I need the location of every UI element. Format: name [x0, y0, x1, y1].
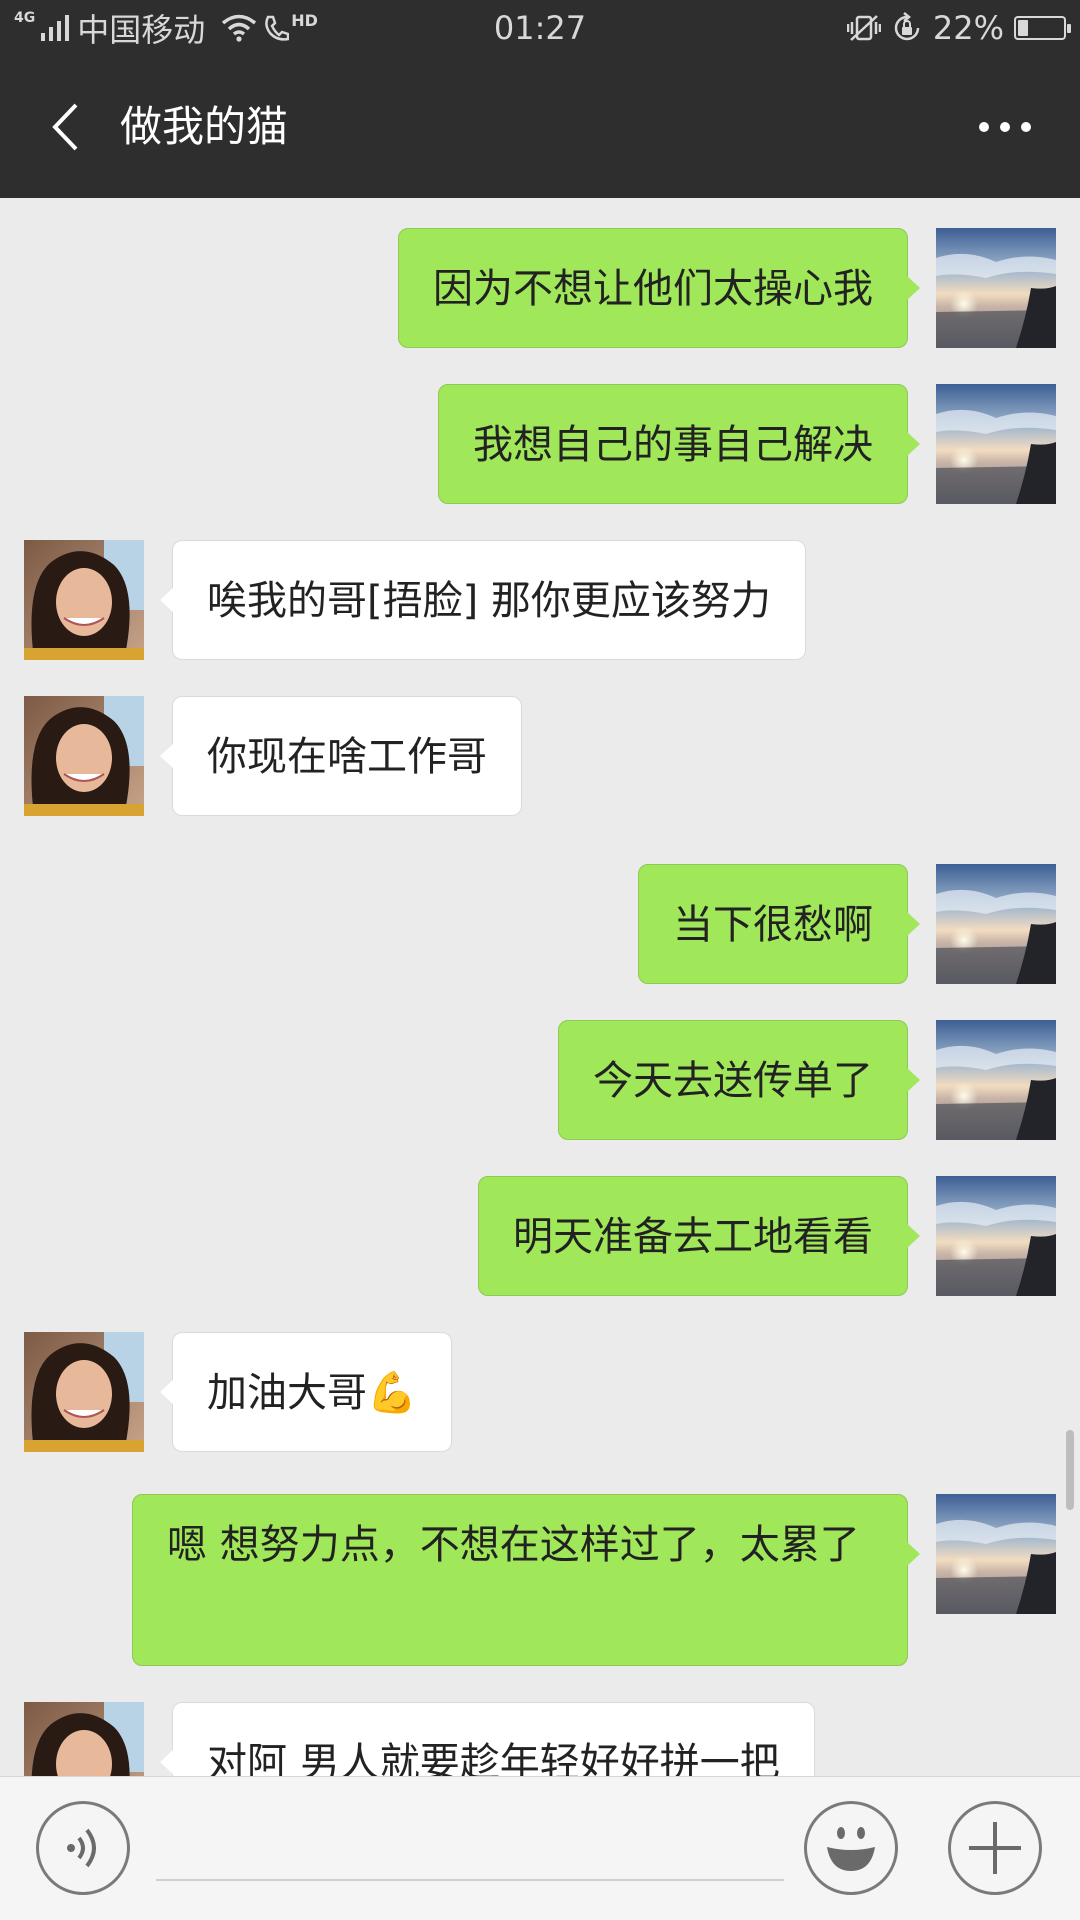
title-bar: 做我的猫: [0, 56, 1080, 198]
message-bubble[interactable]: 明天准备去工地看看: [478, 1176, 920, 1296]
back-button[interactable]: [30, 92, 100, 162]
emoji-icon: [827, 1827, 875, 1871]
message-input[interactable]: [156, 1817, 784, 1881]
more-icon: [979, 122, 1031, 132]
voice-button[interactable]: [36, 1801, 130, 1895]
my-avatar[interactable]: [936, 1494, 1056, 1614]
my-avatar[interactable]: [936, 864, 1056, 984]
rotation-lock-icon: [894, 12, 920, 41]
battery-icon: [1014, 16, 1071, 40]
status-bar-right: 22%: [846, 6, 1071, 50]
battery-percent: 22%: [932, 9, 1004, 47]
my-avatar[interactable]: [936, 1020, 1056, 1140]
input-bar: [0, 1776, 1080, 1920]
message-bubble[interactable]: 加油大哥💪: [160, 1332, 452, 1452]
message-list[interactable]: 因为不想让他们太操心我 我想自己的事自己解决 唉我的哥[捂脸] 那你更应该努力 …: [0, 198, 1080, 1776]
contact-avatar[interactable]: [24, 1702, 144, 1776]
plus-icon: [969, 1822, 1021, 1874]
contact-avatar[interactable]: [24, 696, 144, 816]
scroll-indicator[interactable]: [1066, 1430, 1074, 1510]
voice-icon: [67, 1828, 96, 1868]
message-bubble[interactable]: 当下很愁啊: [638, 864, 920, 984]
my-avatar[interactable]: [936, 1176, 1056, 1296]
message-bubble[interactable]: 你现在啥工作哥: [160, 696, 522, 816]
message-bubble[interactable]: 我想自己的事自己解决: [438, 384, 920, 504]
message-bubble[interactable]: 唉我的哥[捂脸] 那你更应该努力: [160, 540, 806, 660]
message-bubble[interactable]: 对阿 男人就要趁年轻好好拼一把: [160, 1702, 815, 1776]
my-avatar[interactable]: [936, 228, 1056, 348]
flexed-biceps-emoji: 💪: [367, 1370, 417, 1416]
contact-avatar[interactable]: [24, 1332, 144, 1452]
message-text: 加油大哥: [207, 1370, 367, 1416]
back-arrow-icon: [52, 103, 78, 151]
more-button[interactable]: [970, 92, 1040, 162]
my-avatar[interactable]: [936, 384, 1056, 504]
contact-avatar[interactable]: [24, 540, 144, 660]
more-functions-button[interactable]: [948, 1801, 1042, 1895]
chat-title: 做我的猫: [120, 102, 289, 151]
vibrate-icon: [846, 15, 881, 41]
status-time: 01:27: [493, 9, 587, 47]
status-bar: 4G 中国移动 HD 01:27 22%: [0, 0, 1080, 56]
message-bubble[interactable]: 因为不想让他们太操心我: [398, 228, 920, 348]
message-bubble[interactable]: 嗯 想努力点，不想在这样过了，太累了: [132, 1494, 920, 1666]
emoji-button[interactable]: [804, 1801, 898, 1895]
message-bubble[interactable]: 今天去送传单了: [558, 1020, 920, 1140]
